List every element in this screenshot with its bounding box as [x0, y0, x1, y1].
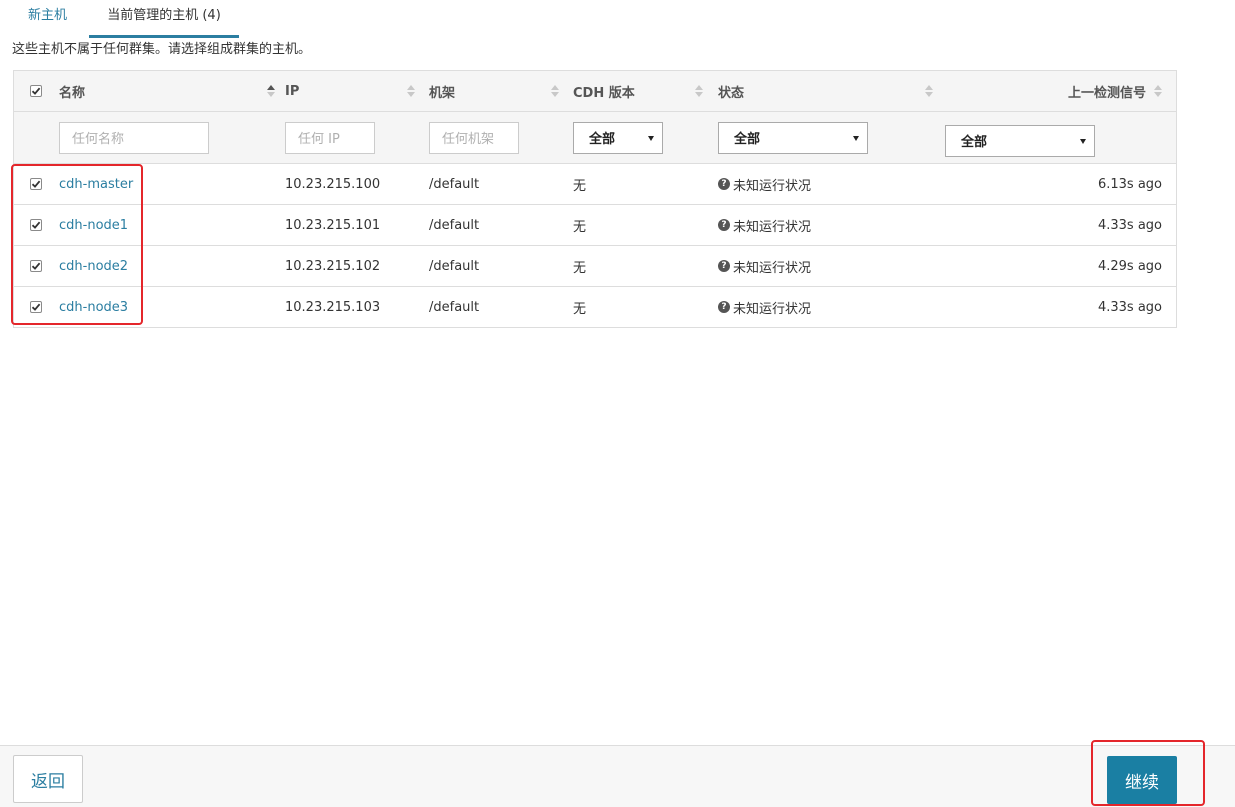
host-rack: /default: [429, 217, 480, 233]
check-icon: [31, 262, 41, 270]
caret-down-icon: [648, 135, 654, 141]
row-checkbox[interactable]: [30, 260, 42, 272]
column-header-rack-label: 机架: [429, 85, 456, 101]
sort-icon: [695, 85, 703, 97]
rack-filter-input[interactable]: 任何机架: [429, 121, 519, 154]
host-name-link[interactable]: cdh-master: [59, 177, 133, 192]
host-state: 未知运行状况: [733, 178, 812, 194]
table-row: cdh-master 10.23.215.100 /default 无 ? 未知运…: [14, 163, 1176, 204]
host-rack: /default: [429, 299, 480, 315]
host-state: 未知运行状况: [733, 219, 812, 235]
heartbeat-filter-value: 全部: [961, 135, 988, 150]
name-filter-input[interactable]: 任何名称: [59, 121, 209, 154]
tab-new-hosts[interactable]: 新主机: [28, 0, 67, 38]
sort-icon: [407, 85, 415, 97]
select-all-checkbox[interactable]: [30, 85, 42, 97]
host-state: 未知运行状况: [733, 260, 812, 276]
back-button[interactable]: 返回: [13, 755, 83, 803]
question-circle-icon: ?: [718, 260, 730, 272]
host-last-heartbeat: 4.29s ago: [1097, 258, 1162, 274]
table-row: cdh-node3 10.23.215.103 /default 无 ? 未知运行…: [14, 286, 1176, 327]
continue-button[interactable]: 继续: [1107, 756, 1177, 804]
state-filter-value: 全部: [734, 132, 761, 147]
question-circle-icon: ?: [718, 178, 730, 190]
host-last-heartbeat: 6.13s ago: [1097, 176, 1162, 192]
sort-icon: [551, 85, 559, 97]
check-icon: [31, 303, 41, 311]
caret-down-icon: [853, 135, 859, 141]
column-header-last-heartbeat-label: 上一检测信号: [1067, 85, 1146, 101]
check-icon: [31, 87, 41, 95]
footer-bar: 返回 继续: [0, 745, 1235, 807]
heartbeat-filter-select[interactable]: 全部: [945, 124, 1095, 157]
column-header-ip[interactable]: IP: [285, 71, 415, 111]
hosts-table: 名称 IP 机架 CDH 版本 状态 上一检测信号 任何名称 任何 IP 任何机…: [13, 70, 1177, 328]
host-cdh-version: 无: [573, 219, 587, 235]
table-row: cdh-node2 10.23.215.102 /default 无 ? 未知运行…: [14, 245, 1176, 286]
tab-bar: 新主机 当前管理的主机 (4): [0, 0, 1235, 38]
check-icon: [31, 221, 41, 229]
row-checkbox[interactable]: [30, 301, 42, 313]
tab-current-managed-hosts[interactable]: 当前管理的主机 (4): [89, 0, 239, 38]
column-header-rack[interactable]: 机架: [429, 71, 559, 111]
cdh-version-filter-value: 全部: [589, 132, 616, 147]
row-checkbox[interactable]: [30, 219, 42, 231]
column-header-state[interactable]: 状态: [718, 71, 933, 111]
sort-icon: [267, 85, 275, 97]
host-name-link[interactable]: cdh-node2: [59, 259, 128, 274]
host-cdh-version: 无: [573, 178, 587, 194]
sort-icon: [1154, 85, 1162, 97]
table-filter-row: 任何名称 任何 IP 任何机架 全部 全部 全部: [14, 111, 1176, 163]
host-rack: /default: [429, 258, 480, 274]
host-name-link[interactable]: cdh-node1: [59, 218, 128, 233]
host-last-heartbeat: 4.33s ago: [1097, 217, 1162, 233]
host-rack: /default: [429, 176, 480, 192]
caret-down-icon: [1080, 138, 1086, 144]
host-ip: 10.23.215.103: [285, 299, 381, 315]
table-header-row: 名称 IP 机架 CDH 版本 状态 上一检测信号: [14, 71, 1176, 111]
table-row: cdh-node1 10.23.215.101 /default 无 ? 未知运行…: [14, 204, 1176, 245]
check-icon: [31, 180, 41, 188]
host-ip: 10.23.215.102: [285, 258, 381, 274]
column-header-ip-label: IP: [285, 83, 300, 99]
state-filter-select[interactable]: 全部: [718, 121, 868, 154]
column-header-name[interactable]: 名称: [59, 71, 275, 111]
ip-filter-input[interactable]: 任何 IP: [285, 121, 375, 154]
column-header-cdh-version-label: CDH 版本: [573, 85, 635, 101]
sort-icon: [925, 85, 933, 97]
host-name-link[interactable]: cdh-node3: [59, 300, 128, 315]
cdh-version-filter-select[interactable]: 全部: [573, 121, 663, 154]
host-ip: 10.23.215.101: [285, 217, 381, 233]
host-state: 未知运行状况: [733, 301, 812, 317]
column-header-last-heartbeat[interactable]: 上一检测信号: [946, 71, 1162, 111]
row-checkbox[interactable]: [30, 178, 42, 190]
column-header-cdh-version[interactable]: CDH 版本: [573, 71, 703, 111]
host-ip: 10.23.215.100: [285, 176, 381, 192]
host-cdh-version: 无: [573, 301, 587, 317]
question-circle-icon: ?: [718, 219, 730, 231]
host-last-heartbeat: 4.33s ago: [1097, 299, 1162, 315]
host-cdh-version: 无: [573, 260, 587, 276]
question-circle-icon: ?: [718, 301, 730, 313]
page-description: 这些主机不属于任何群集。请选择组成群集的主机。: [12, 42, 312, 57]
column-header-name-label: 名称: [59, 85, 86, 101]
column-header-state-label: 状态: [718, 85, 745, 101]
